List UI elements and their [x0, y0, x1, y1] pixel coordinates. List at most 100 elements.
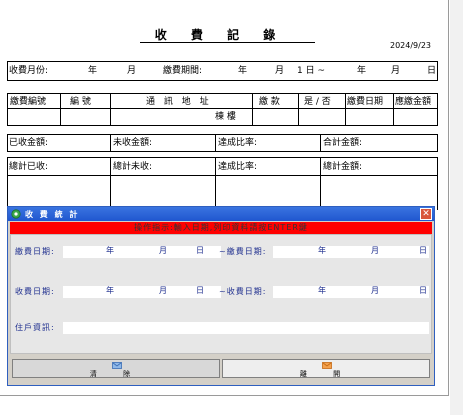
close-button[interactable]: ✕	[420, 208, 432, 220]
period-month: 月	[275, 66, 285, 76]
table-col-border	[7, 93, 8, 126]
ratio-label: 達成比率:	[218, 138, 258, 148]
clear-button[interactable]: 清 除	[12, 359, 220, 378]
exit-button-label: 離 開	[299, 370, 353, 378]
dialog-titlebar[interactable]: 收 費 統 計 ✕	[8, 207, 434, 221]
month-unit: 月	[371, 246, 379, 255]
summary2-col-border	[110, 157, 111, 176]
table-top-line	[7, 93, 437, 94]
lower-right-border	[437, 176, 438, 210]
row1-right-border	[437, 61, 438, 81]
summary1-col-border	[110, 134, 111, 152]
exit-button[interactable]: 離 開	[222, 359, 430, 378]
table-col-border	[437, 93, 438, 126]
payment-date-to-label: ~繳費日期:	[219, 247, 267, 256]
summary2-col-border	[215, 157, 216, 176]
row1-bottom-line	[7, 80, 437, 81]
month-unit: 月	[159, 286, 167, 295]
resident-info-field[interactable]	[63, 322, 429, 334]
collection-date-label: 收費日期:	[15, 287, 55, 296]
resident-info-label: 住戶資訊:	[15, 323, 55, 332]
summary2-col-border	[320, 157, 321, 176]
grand-total-label: 總計金額:	[323, 162, 363, 172]
summary1-col-border	[437, 134, 438, 152]
fee-month-month: 月	[127, 66, 137, 76]
clear-button-label: 清 除	[89, 370, 143, 378]
payment-date-to-field[interactable]	[273, 246, 429, 258]
summary2-top-line	[7, 157, 437, 158]
row1-left-border	[7, 61, 8, 81]
day-unit: 日	[196, 246, 204, 255]
button-bar: 清 除 離 開	[10, 355, 432, 382]
summary1-col-border	[215, 134, 216, 152]
table-header-cell: 應繳金額	[395, 97, 432, 107]
period-month2: 月	[391, 66, 401, 76]
summary1-col-border	[320, 134, 321, 152]
collection-date-to-label: ~收費日期:	[219, 287, 267, 296]
month-unit: 月	[159, 246, 167, 255]
fee-month-year: 年	[88, 66, 98, 76]
summary1-top-line	[7, 134, 437, 135]
table-bottom-line	[7, 125, 437, 126]
table-header-cell: 通 訊 地 址	[146, 97, 212, 107]
lower-col-border	[215, 176, 216, 210]
period-day2: 日	[427, 66, 437, 76]
table-mid-line	[7, 108, 437, 109]
summary2-col-border	[7, 157, 8, 176]
table-col-border	[298, 93, 299, 126]
table-col-border	[345, 93, 346, 126]
year-unit: 年	[106, 246, 114, 255]
envelope-icon	[322, 362, 332, 369]
table-header-cell: 繳費日期	[347, 97, 384, 107]
green-gear-icon	[11, 209, 21, 219]
month-unit: 月	[371, 286, 379, 295]
scrollbar-track[interactable]	[450, 0, 463, 415]
fee-statistics-dialog: 收 費 統 計 ✕ 操作指示:輸入日期,列印資料請按ENTER鍵 繳費日期: 年…	[7, 206, 435, 386]
table-col-border	[60, 93, 61, 126]
period-year: 年	[238, 66, 248, 76]
table-subheader: 棟 樓	[215, 112, 236, 122]
summary1-bottom-line	[7, 151, 437, 152]
day-unit: 日	[196, 286, 204, 295]
lower-col-border	[320, 176, 321, 210]
fee-month-label: 收費月份:	[9, 66, 49, 76]
table-header-cell: 繳 款	[259, 97, 280, 107]
year-unit: 年	[318, 286, 326, 295]
summary2-bottom-line	[7, 175, 437, 176]
table-header-cell: 繳費編號	[10, 97, 47, 107]
instruction-banner: 操作指示:輸入日期,列印資料請按ENTER鍵	[10, 222, 432, 234]
table-header-cell: 編 號	[70, 97, 91, 107]
summary1-col-border	[7, 134, 8, 152]
unreceived-amount-label: 未收金額:	[113, 138, 153, 148]
collection-date-to-field[interactable]	[273, 286, 429, 298]
lower-col-border	[110, 176, 111, 210]
table-col-border	[252, 93, 253, 126]
period-label: 繳費期間:	[163, 66, 203, 76]
dialog-title: 收 費 統 計	[25, 210, 80, 219]
title-underline	[140, 42, 315, 43]
report-title: 收 費 記 錄	[154, 28, 286, 42]
period-day: 1 日 ~	[297, 66, 325, 76]
year-unit: 年	[318, 246, 326, 255]
total-amount-label: 合計金額:	[323, 138, 363, 148]
day-unit: 日	[419, 246, 427, 255]
table-col-border	[110, 93, 111, 126]
day-unit: 日	[419, 286, 427, 295]
period-year2: 年	[357, 66, 367, 76]
page-bottom-edge	[0, 395, 449, 396]
row1-top-line	[7, 61, 437, 62]
dialog-form: 繳費日期: 年 月 日 ~繳費日期: 年 月 日 收費日期: 年 月 日 ~收費…	[10, 234, 432, 354]
table-header-cell: 是 / 否	[304, 97, 331, 107]
table-col-border	[393, 93, 394, 126]
lower-left-border	[7, 176, 8, 210]
total-ratio-label: 達成比率:	[218, 162, 258, 172]
envelope-icon	[112, 362, 122, 369]
report-date: 2024/9/23	[390, 41, 432, 50]
payment-date-label: 繳費日期:	[15, 247, 55, 256]
received-amount-label: 已收金額:	[9, 138, 49, 148]
total-unreceived-label: 總計未收:	[113, 162, 153, 172]
total-received-label: 總計已收:	[9, 162, 49, 172]
summary2-col-border	[437, 157, 438, 176]
page-right-edge	[448, 0, 449, 395]
year-unit: 年	[106, 286, 114, 295]
